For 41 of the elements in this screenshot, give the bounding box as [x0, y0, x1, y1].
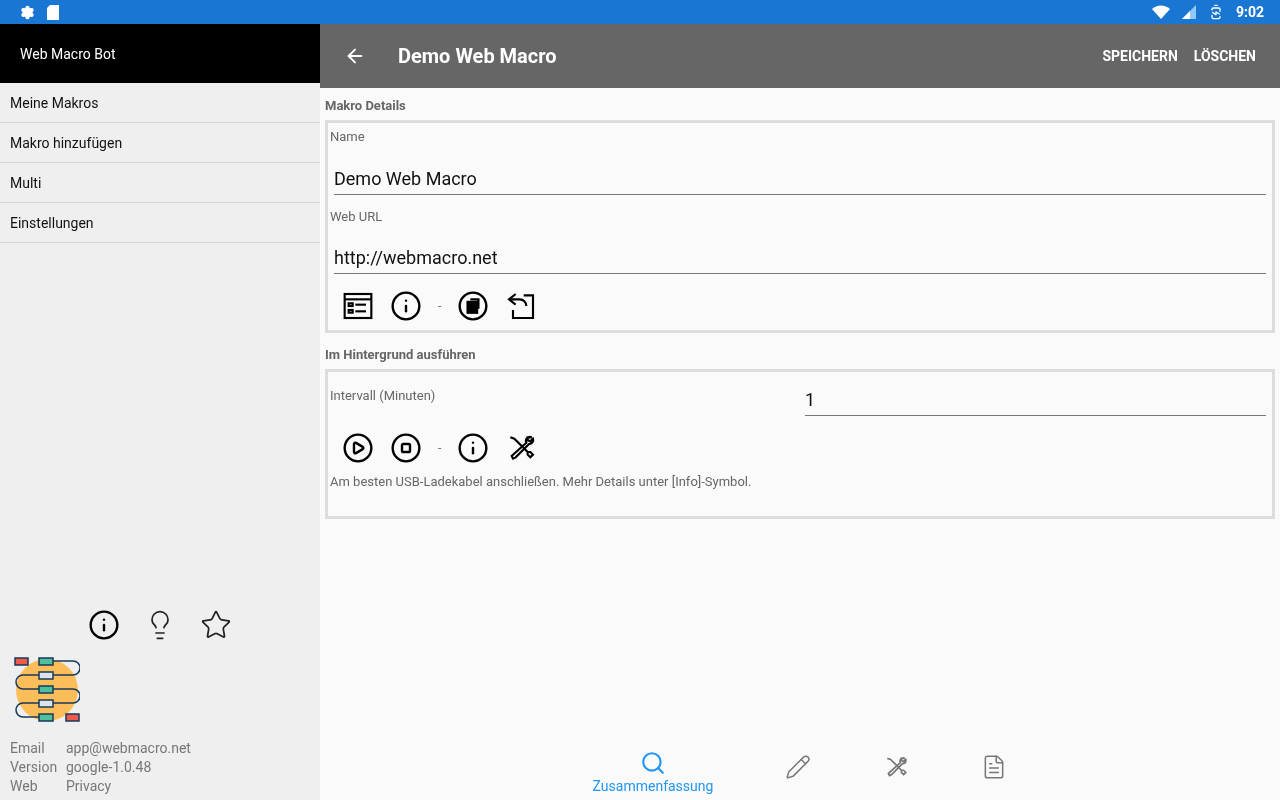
separator-dash: - [438, 298, 442, 314]
stop-icon[interactable] [390, 432, 422, 464]
info-value: google-1.0.48 [66, 758, 153, 777]
toolbar-title: Demo Web Macro [398, 43, 557, 70]
drawer-item[interactable]: Meine Makros [0, 83, 320, 123]
info-icon[interactable] [88, 609, 120, 641]
field-label: Web URL [330, 207, 384, 226]
field-label: Intervall (Minuten) [330, 387, 437, 406]
interval-field[interactable]: 1 [805, 384, 1266, 416]
search-icon [640, 750, 666, 776]
toolbar-action[interactable]: SPEICHERN [1094, 46, 1186, 66]
info-icon[interactable] [390, 290, 422, 322]
info-icon[interactable] [457, 432, 490, 464]
info-key: Email [10, 739, 66, 758]
info-key: Version [10, 758, 66, 777]
section-heading: Makro Details [325, 97, 407, 115]
field-label: Name [330, 128, 366, 146]
hint-text: Am besten USB-Ladekabel anschließen. Mehr Details unter [Info]-Symbol. [330, 473, 753, 491]
drawer-item[interactable]: Multi [0, 163, 320, 203]
clock-time: 9:02 [1235, 3, 1264, 22]
drawer-item[interactable]: Einstellungen [0, 203, 320, 243]
sd-card-icon [47, 4, 59, 20]
browser-list-icon[interactable] [342, 290, 374, 322]
drawer-item[interactable]: Makro hinzufügen [0, 123, 320, 163]
section-heading: Im Hintergrund ausführen [325, 346, 477, 364]
wifi-icon [1151, 5, 1170, 19]
toolbar-action[interactable]: LÖSCHEN [1185, 46, 1264, 66]
play-icon[interactable] [342, 432, 374, 464]
text-field[interactable]: Demo Web Macro [334, 162, 1266, 195]
flowchart-logo [14, 657, 80, 723]
info-key: Web [10, 777, 66, 796]
settings-icon [20, 4, 35, 20]
info-value: Privacy [66, 777, 113, 796]
star-icon[interactable] [200, 609, 232, 641]
separator-dash: - [438, 440, 442, 456]
info-value: app@webmacro.net [66, 739, 192, 758]
pencil-icon [785, 754, 812, 780]
drawer-title: Web Macro Bot [20, 44, 116, 64]
signal-icon [1181, 5, 1196, 19]
copy-icon[interactable] [457, 290, 490, 322]
text-field[interactable]: http://webmacro.net [334, 242, 1266, 274]
